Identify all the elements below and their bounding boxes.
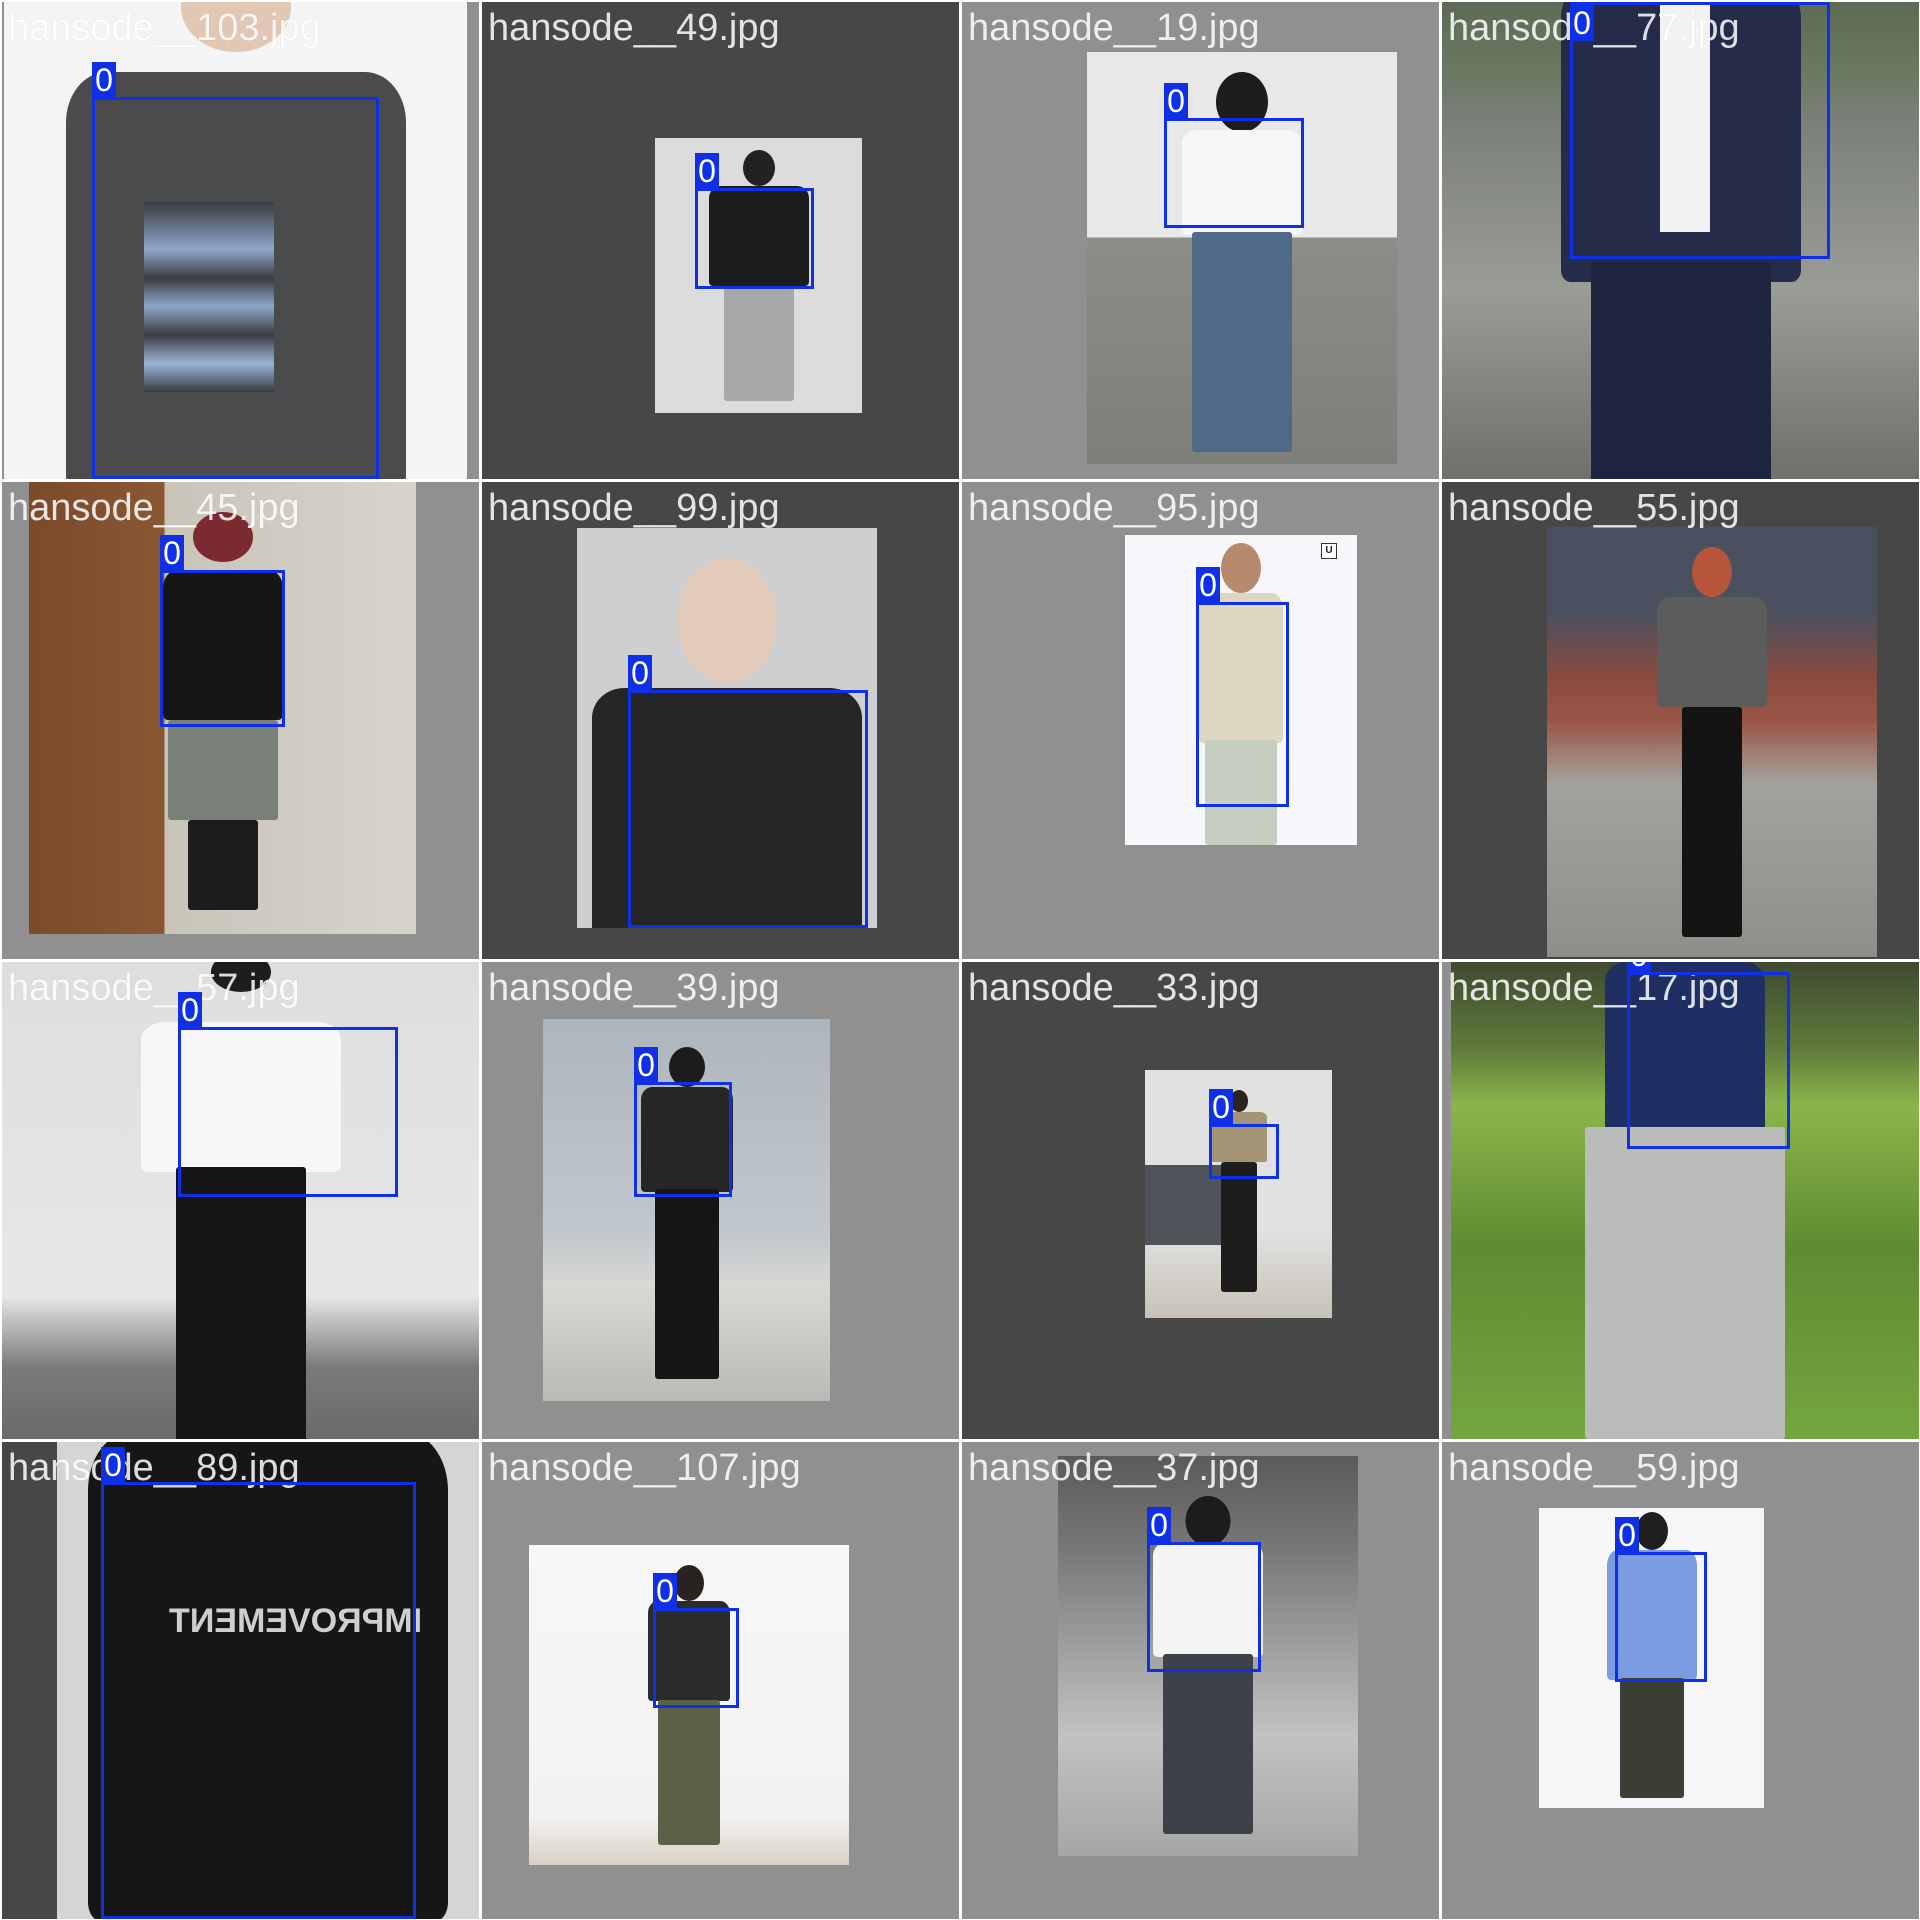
detection-box[interactable]: 0 [1615, 1517, 1707, 1682]
file-label: hansode__37.jpg [968, 1447, 1260, 1489]
trousers [1682, 707, 1742, 937]
tile-5[interactable]: hansode__45.jpg 0 [2, 482, 479, 959]
photo [1547, 527, 1877, 957]
sweatpants [1585, 1127, 1785, 1439]
detection-box[interactable]: 0 [1147, 1507, 1261, 1672]
class-label: 0 [1164, 83, 1188, 119]
class-label: 0 [695, 153, 719, 189]
class-label: 0 [1196, 567, 1220, 603]
class-label: 0 [101, 1447, 125, 1483]
tile-4[interactable]: hansode__77.jpg 0 [1442, 2, 1919, 479]
logo: U [1321, 543, 1337, 559]
image-grid: hansode__103.jpg 0 hansode__49.jpg 0 han… [0, 0, 1920, 1920]
file-label: hansode__57.jpg [8, 967, 300, 1009]
trousers [1619, 1678, 1684, 1798]
class-label: 0 [1570, 5, 1594, 41]
tile-15[interactable]: hansode__37.jpg 0 [962, 1442, 1439, 1919]
file-label: hansode__107.jpg [488, 1447, 801, 1489]
file-label: hansode__103.jpg [8, 7, 321, 49]
person-figure [1692, 547, 1732, 597]
person-figure [674, 1565, 704, 1601]
jeans [1192, 232, 1292, 452]
tile-7[interactable]: U hansode__95.jpg 0 [962, 482, 1439, 959]
class-label: 0 [634, 1047, 658, 1083]
detection-box[interactable]: 0 [1627, 962, 1790, 1149]
trousers [175, 1167, 306, 1439]
photo [1087, 52, 1397, 464]
class-label: 0 [178, 992, 202, 1028]
detection-box[interactable]: 0 [653, 1573, 739, 1708]
detection-box[interactable]: 0 [695, 153, 814, 289]
tile-8[interactable]: hansode__55.jpg [1442, 482, 1919, 959]
trousers [654, 1189, 719, 1379]
class-label: 0 [1615, 1517, 1639, 1553]
person-figure [1221, 543, 1261, 593]
detection-box[interactable]: 0 [92, 62, 379, 479]
tile-14[interactable]: hansode__107.jpg 0 [482, 1442, 959, 1919]
file-label: hansode__39.jpg [488, 967, 780, 1009]
detection-box[interactable]: 0 [628, 655, 868, 928]
legs [187, 820, 258, 910]
person-figure [742, 150, 775, 186]
shorts [167, 720, 278, 820]
tshirt [1657, 597, 1767, 707]
trousers [658, 1700, 720, 1845]
file-label: hansode__45.jpg [8, 487, 300, 529]
person-figure [677, 558, 777, 683]
file-label: hansode__99.jpg [488, 487, 780, 529]
person-figure [1185, 1496, 1231, 1546]
detection-box[interactable]: 0 [178, 992, 398, 1197]
detection-box[interactable]: 0 [101, 1447, 416, 1919]
tile-13[interactable]: IMPROVEMENT hansode__89.jpg 0 [2, 1442, 479, 1919]
jeans [1163, 1654, 1253, 1834]
class-label: 0 [653, 1573, 677, 1609]
photo [1145, 1070, 1332, 1318]
file-label: hansode__19.jpg [968, 7, 1260, 49]
photo [543, 1019, 830, 1401]
class-label: 0 [1147, 1507, 1171, 1543]
class-label: 0 [1627, 962, 1651, 973]
detection-box[interactable]: 0 [160, 535, 285, 727]
file-label: hansode__49.jpg [488, 7, 780, 49]
trousers [1590, 262, 1771, 479]
person-figure [1635, 1512, 1668, 1550]
detection-box[interactable]: 0 [1196, 567, 1289, 807]
file-label: hansode__95.jpg [968, 487, 1260, 529]
file-label: hansode__59.jpg [1448, 1447, 1740, 1489]
detection-box[interactable]: 0 [1209, 1089, 1279, 1179]
tile-6[interactable]: hansode__99.jpg 0 [482, 482, 959, 959]
class-label: 0 [160, 535, 184, 571]
class-label: 0 [628, 655, 652, 691]
tile-12[interactable]: hansode__17.jpg 0 [1442, 962, 1919, 1439]
file-label: hansode__33.jpg [968, 967, 1260, 1009]
tile-10[interactable]: hansode__39.jpg 0 [482, 962, 959, 1439]
tile-2[interactable]: hansode__49.jpg 0 [482, 2, 959, 479]
file-label: hansode__55.jpg [1448, 487, 1740, 529]
detection-box[interactable]: 0 [1164, 83, 1304, 228]
tile-1[interactable]: hansode__103.jpg 0 [2, 2, 479, 479]
tile-9[interactable]: hansode__57.jpg 0 [2, 962, 479, 1439]
person-figure [668, 1047, 705, 1087]
class-label: 0 [92, 62, 116, 98]
tile-16[interactable]: hansode__59.jpg 0 [1442, 1442, 1919, 1919]
trousers [723, 286, 794, 401]
trousers [1220, 1162, 1257, 1292]
detection-box[interactable]: 0 [1570, 2, 1830, 259]
detection-box[interactable]: 0 [634, 1047, 732, 1197]
class-label: 0 [1209, 1089, 1233, 1125]
tile-11[interactable]: hansode__33.jpg 0 [962, 962, 1439, 1439]
tile-3[interactable]: hansode__19.jpg 0 [962, 2, 1439, 479]
